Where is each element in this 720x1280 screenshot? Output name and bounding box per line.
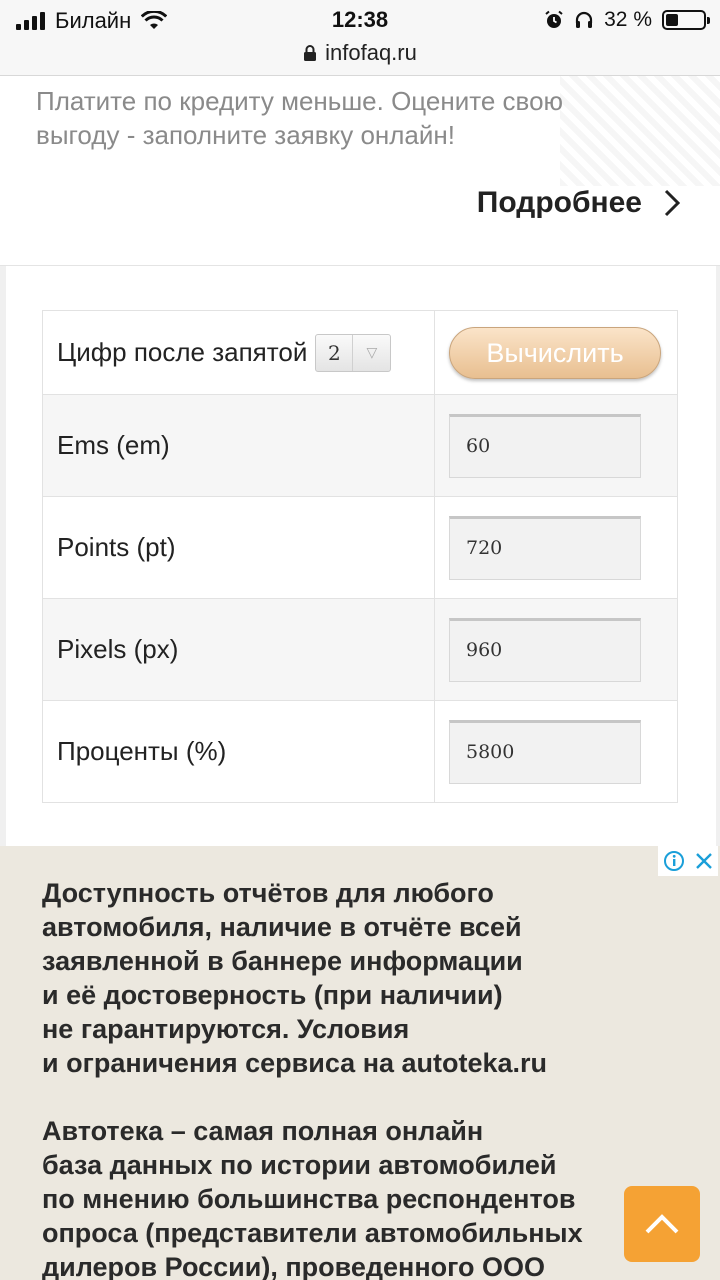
ad-line: Доступность отчётов для любого	[42, 878, 494, 908]
url-text: infofaq.ru	[325, 40, 417, 65]
table-row: Цифр после запятой 2 ▽ Вычислить	[42, 310, 678, 395]
row-label: Points (pt)	[42, 496, 435, 599]
promo-banner: Платите по кредиту меньше. Оцените свою …	[0, 76, 720, 266]
info-icon[interactable]	[663, 850, 685, 872]
ad-line: дилеров России), проведенного ООО	[42, 1252, 546, 1280]
address-bar[interactable]: infofaq.ru	[0, 40, 720, 66]
scroll-to-top-button[interactable]	[624, 1186, 700, 1262]
more-link-label: Подробнее	[476, 186, 642, 219]
ems-input[interactable]: 60	[449, 413, 641, 478]
ad-line: база данных по истории автомобилей	[42, 1150, 557, 1180]
converter-table: Цифр после запятой 2 ▽ Вычислить Ems (em…	[42, 310, 678, 803]
chevron-right-icon	[664, 189, 680, 217]
table-row: Ems (em) 60	[42, 394, 678, 497]
row-label: Pixels (px)	[42, 598, 435, 701]
ad-line: заявленной в баннере информации	[42, 946, 523, 976]
ad-line: автомобиля, наличие в отчёте всей	[42, 912, 522, 942]
ad-description: Автотека – самая полная онлайн база данн…	[42, 1114, 642, 1280]
lock-icon	[304, 45, 317, 61]
converter-section: Цифр после запятой 2 ▽ Вычислить Ems (em…	[0, 266, 720, 846]
digits-label: Цифр после запятой	[57, 337, 308, 367]
battery-percent: 32 %	[604, 8, 652, 31]
ad-line: опроса (представители автомобильных	[42, 1218, 583, 1248]
ad-line: по мнению большинства респондентов	[42, 1184, 576, 1214]
ad-disclaimer: Доступность отчётов для любого автомобил…	[42, 876, 642, 1080]
pixels-input[interactable]: 960	[449, 617, 641, 682]
battery-level	[666, 14, 678, 26]
ad-line: и ограничения сервиса на autoteka.ru	[42, 1048, 548, 1078]
row-label: Проценты (%)	[42, 700, 435, 803]
row-label: Ems (em)	[42, 394, 435, 497]
table-row: Pixels (px) 960	[42, 598, 678, 701]
table-row: Points (pt) 720	[42, 496, 678, 599]
button-cell: Вычислить	[434, 310, 678, 395]
digits-cell: Цифр после запятой 2 ▽	[42, 310, 435, 395]
battery-icon	[662, 10, 710, 30]
promo-text: Платите по кредиту меньше. Оцените свою …	[36, 86, 564, 150]
points-input[interactable]: 720	[449, 515, 641, 580]
percent-input[interactable]: 5800	[449, 719, 641, 784]
compute-button[interactable]: Вычислить	[449, 326, 661, 379]
more-link[interactable]: Подробнее	[477, 186, 680, 220]
digits-select-value: 2	[328, 340, 341, 365]
status-bar: Билайн 12:38 infofaq.ru 32 %	[0, 0, 720, 76]
ad-controls	[658, 846, 718, 876]
status-right: 32 %	[544, 8, 710, 32]
dropdown-arrow-icon: ▽	[352, 334, 390, 371]
headphones-icon	[576, 11, 593, 28]
ad-line: Автотека – самая полная онлайн	[42, 1116, 484, 1146]
advertisement[interactable]: Доступность отчётов для любого автомобил…	[0, 846, 720, 1280]
chevron-up-icon	[645, 1214, 679, 1234]
close-icon[interactable]	[694, 851, 714, 871]
ad-line: не гарантируются. Условия	[42, 1014, 410, 1044]
table-row: Проценты (%) 5800	[42, 700, 678, 803]
alarm-icon	[545, 10, 563, 28]
digits-select[interactable]: 2 ▽	[315, 333, 392, 372]
ad-line: и её достоверность (при наличии)	[42, 980, 503, 1010]
